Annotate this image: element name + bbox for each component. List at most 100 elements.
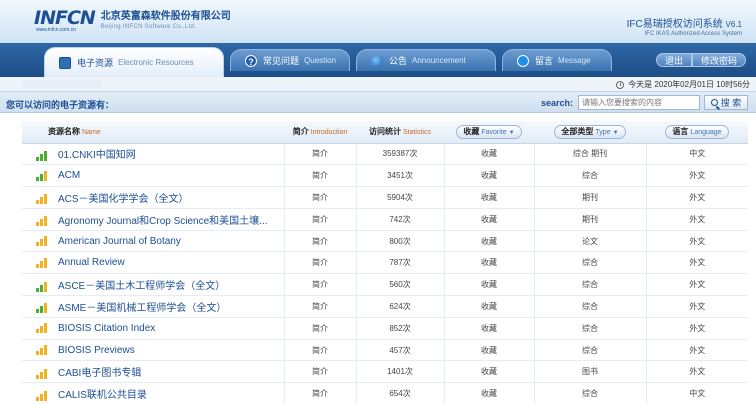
- help-icon: ?: [245, 54, 257, 67]
- account-buttons: 退出 修改密码: [655, 53, 746, 67]
- tab-question[interactable]: ? 常见问题 Question: [230, 49, 350, 71]
- resource-type: 综合: [533, 273, 646, 297]
- favorite-link[interactable]: 收藏: [443, 186, 534, 209]
- signal-strength-icon: [36, 194, 50, 205]
- change-password-button[interactable]: 修改密码: [691, 53, 746, 67]
- resource-name-link[interactable]: BIOSIS Previews: [22, 339, 284, 362]
- header-intro: 简介 Introduction: [284, 121, 356, 144]
- visit-count: 1401次: [355, 360, 444, 384]
- favorite-link[interactable]: 收藏: [443, 317, 534, 340]
- logo-wordmark: INFCN: [34, 7, 96, 29]
- resource-name-link[interactable]: CABI电子图书专辑: [22, 360, 284, 384]
- favorite-link[interactable]: 收藏: [443, 208, 534, 231]
- resource-name-link[interactable]: 01.CNKI中国知网: [22, 143, 284, 166]
- signal-strength-icon: [36, 170, 50, 181]
- visit-count: 787次: [355, 251, 444, 275]
- company-name-cn: 北京英富森软件股份有限公司: [100, 11, 231, 22]
- signal-strength-icon: [36, 390, 50, 401]
- signal-strength-icon: [36, 281, 50, 292]
- logout-button[interactable]: 退出: [655, 53, 692, 67]
- resource-type: 综合: [533, 317, 646, 340]
- visit-count: 359387次: [355, 143, 444, 166]
- intro-link[interactable]: 简介: [283, 295, 356, 318]
- tab-announcement[interactable]: 公告 Announcement: [356, 49, 496, 71]
- visit-count: 624次: [355, 295, 444, 318]
- resource-name-link[interactable]: CALIS联机公共目录: [22, 382, 284, 404]
- resource-name-link[interactable]: Agronomy Journal和Crop Science和美国土壤...: [22, 208, 284, 231]
- resource-name-link[interactable]: BIOSIS Citation Index: [22, 317, 284, 340]
- favorite-link[interactable]: 收藏: [443, 164, 534, 188]
- intro-link[interactable]: 简介: [283, 164, 356, 188]
- tab-label-en: Message: [558, 56, 591, 65]
- intro-link[interactable]: 简介: [283, 230, 356, 253]
- intro-link[interactable]: 简介: [283, 273, 356, 297]
- favorite-link[interactable]: 收藏: [443, 382, 534, 404]
- type-filter-dropdown[interactable]: 全部类型 Type ▼: [554, 124, 626, 139]
- table-row: BIOSIS Citation Index 简介 852次 收藏 综合 外文: [22, 317, 748, 340]
- language-filter-button[interactable]: 语言 Language: [665, 124, 729, 139]
- resource-language: 外文: [645, 208, 748, 231]
- company-logo[interactable]: INFCN www.infcn.com.cn 北京英富森软件股份有限公司 Bei…: [34, 7, 231, 34]
- table-row: Annual Review 简介 787次 收藏 综合 外文: [22, 251, 748, 275]
- resource-name-link[interactable]: ACM: [22, 164, 284, 188]
- favorite-link[interactable]: 收藏: [443, 295, 534, 318]
- tab-electronic-resources[interactable]: 电子资源 Electronic Resources: [44, 47, 224, 77]
- resource-type: 图书: [533, 360, 646, 384]
- header-type: 全部类型 Type ▼: [534, 121, 646, 144]
- signal-strength-icon: [36, 303, 50, 314]
- resource-name-link[interactable]: ACS－美国化学学会（全文）: [22, 186, 284, 209]
- resource-type: 综合: [533, 251, 646, 275]
- visit-count: 742次: [355, 208, 444, 231]
- resource-language: 外文: [645, 251, 748, 275]
- resource-table: 资源名称 Name 简介 Introduction 访问统计 Statistics 收…: [22, 121, 748, 404]
- intro-link[interactable]: 简介: [283, 339, 356, 362]
- resource-language: 外文: [645, 360, 748, 384]
- intro-link[interactable]: 简介: [283, 143, 356, 166]
- visit-count: 3451次: [355, 164, 444, 188]
- intro-link[interactable]: 简介: [283, 251, 356, 275]
- search-input[interactable]: [578, 95, 700, 110]
- tab-label-en: Electronic Resources: [118, 58, 194, 67]
- clock-icon: [616, 80, 625, 89]
- table-row: CABI电子图书专辑 简介 1401次 收藏 图书 外文: [22, 360, 748, 384]
- search-label: search:: [541, 98, 574, 108]
- table-row: 01.CNKI中国知网 简介 359387次 收藏 综合 期刊 中文: [22, 143, 748, 166]
- favorite-filter-button[interactable]: 收藏 Favorite ▼: [456, 124, 522, 139]
- intro-link[interactable]: 简介: [283, 317, 356, 340]
- resource-language: 外文: [645, 317, 748, 340]
- info-row: 今天是 2020年02月01日 10时56分: [0, 77, 756, 91]
- tab-message[interactable]: 留言 Message: [502, 49, 612, 71]
- company-name-en: Beijing INFCN Software Co.,Ltd.: [100, 24, 197, 30]
- favorite-link[interactable]: 收藏: [443, 273, 534, 297]
- favorite-link[interactable]: 收藏: [443, 251, 534, 275]
- system-title: IFC易瑞授权访问系统 V6.1 IFC IKAS Authorized Acc…: [627, 19, 742, 38]
- resource-language: 外文: [645, 230, 748, 253]
- resource-type: 综合: [533, 382, 646, 404]
- favorite-link[interactable]: 收藏: [443, 339, 534, 362]
- table-row: CALIS联机公共目录 简介 654次 收藏 综合 中文: [22, 382, 748, 404]
- system-version: V6.1: [725, 20, 742, 29]
- intro-link[interactable]: 简介: [283, 382, 356, 404]
- favorite-link[interactable]: 收藏: [443, 360, 534, 384]
- logo-url: www.infcn.com.cn: [36, 27, 77, 33]
- message-icon: [517, 54, 529, 67]
- main-nav: 电子资源 Electronic Resources ? 常见问题 Questio…: [0, 43, 756, 77]
- system-name-en: IFC IKAS Authorized Access System: [644, 31, 742, 37]
- tab-label: 电子资源: [77, 58, 114, 68]
- signal-strength-icon: [36, 216, 50, 227]
- resource-name-link[interactable]: ASCE－美国土木工程师学会（全文）: [22, 273, 284, 297]
- resource-name-link[interactable]: Annual Review: [22, 251, 284, 275]
- resource-name-link[interactable]: ASME－美国机械工程师学会（全文）: [22, 295, 284, 318]
- favorite-link[interactable]: 收藏: [443, 230, 534, 253]
- intro-link[interactable]: 简介: [283, 186, 356, 209]
- intro-link[interactable]: 简介: [283, 208, 356, 231]
- date-text: 今天是 2020年02月01日 10时56分: [628, 80, 750, 89]
- resource-language: 中文: [645, 382, 748, 404]
- signal-strength-icon: [36, 368, 50, 379]
- resource-name-link[interactable]: American Journal of Botany: [22, 230, 284, 253]
- search-button[interactable]: 搜 索: [704, 95, 748, 110]
- resource-type: 论文: [533, 230, 646, 253]
- intro-link[interactable]: 简介: [283, 360, 356, 384]
- resource-type: 综合: [533, 339, 646, 362]
- favorite-link[interactable]: 收藏: [443, 143, 534, 166]
